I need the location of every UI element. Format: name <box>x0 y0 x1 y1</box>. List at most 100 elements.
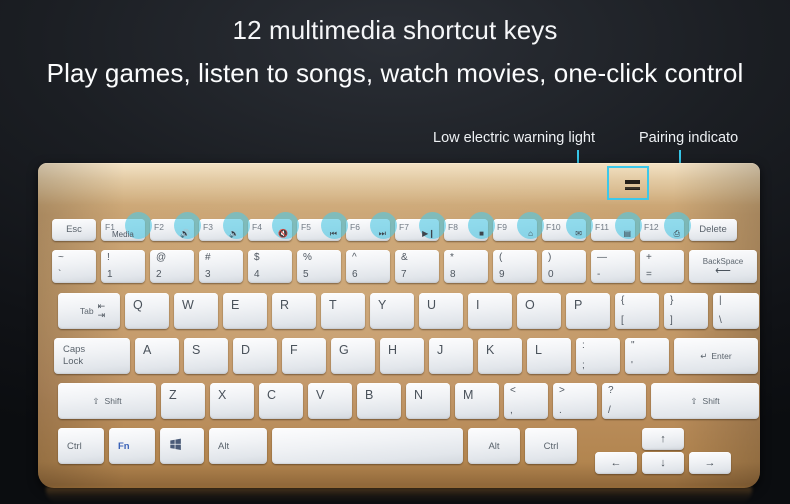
key-a[interactable]: A <box>135 338 179 374</box>
key-7[interactable]: & 7 <box>395 250 439 283</box>
pairing-led <box>625 187 640 190</box>
key-backspace[interactable]: BackSpace ⟵ <box>689 250 757 283</box>
key-f4[interactable]: F4 🔇 <box>248 212 299 241</box>
key-fn-label: Fn <box>118 440 130 452</box>
key-f3[interactable]: F3 🔉 <box>199 212 250 241</box>
key-row-home: Caps Lock A S D F G H J K L : ; " ' ↵ En… <box>54 338 758 374</box>
key-p[interactable]: P <box>566 293 610 329</box>
key-2[interactable]: @ 2 <box>150 250 194 283</box>
key-b[interactable]: B <box>357 383 401 419</box>
key-ctrl-right[interactable]: Ctrl <box>525 428 577 464</box>
key-z[interactable]: Z <box>161 383 205 419</box>
key-f1[interactable]: F1 Media <box>101 212 152 241</box>
key-f9[interactable]: F9 ⌂ <box>493 212 544 241</box>
key-w[interactable]: W <box>174 293 218 329</box>
key-period[interactable]: > . <box>553 383 597 419</box>
key-caps-lock-label-line1: Caps <box>63 344 86 356</box>
key-m[interactable]: M <box>455 383 499 419</box>
key-5[interactable]: % 5 <box>297 250 341 283</box>
key-n[interactable]: N <box>406 383 450 419</box>
key-3[interactable]: # 3 <box>199 250 243 283</box>
key-n-label: N <box>414 388 424 402</box>
key-6-base: 6 <box>352 269 358 280</box>
key-f7[interactable]: F7 ▶❙ <box>395 212 446 241</box>
key-f10-label: F10 <box>546 222 561 232</box>
key-arrow-right[interactable]: → <box>689 452 731 474</box>
windows-icon <box>169 438 182 454</box>
key-g[interactable]: G <box>331 338 375 374</box>
key-fn[interactable]: Fn <box>109 428 155 464</box>
key-u-label: U <box>427 298 437 312</box>
key-space[interactable] <box>272 428 463 464</box>
key-quote[interactable]: " ' <box>625 338 669 374</box>
key-minus[interactable]: — - <box>591 250 635 283</box>
key-arrow-down[interactable]: ↓ <box>642 452 684 474</box>
key-alt-left[interactable]: Alt <box>209 428 267 464</box>
key-r[interactable]: R <box>272 293 316 329</box>
key-f2[interactable]: F2 🔊 <box>150 212 201 241</box>
key-e[interactable]: E <box>223 293 267 329</box>
key-l[interactable]: L <box>527 338 571 374</box>
key-f11[interactable]: F11 ▤ <box>591 212 642 241</box>
key-6[interactable]: ^ 6 <box>346 250 390 283</box>
key-v[interactable]: V <box>308 383 352 419</box>
key-h[interactable]: H <box>380 338 424 374</box>
key-arrow-left[interactable]: ← <box>595 452 637 474</box>
key-comma[interactable]: < , <box>504 383 548 419</box>
key-x[interactable]: X <box>210 383 254 419</box>
key-arrow-up[interactable]: ↑ <box>642 428 684 450</box>
key-bracket-left-base: [ <box>621 315 624 326</box>
key-shift-left[interactable]: ⇧ Shift <box>58 383 156 419</box>
key-backtick[interactable]: ~ ` <box>52 250 96 283</box>
key-f3-label: F3 <box>203 222 213 232</box>
key-u[interactable]: U <box>419 293 463 329</box>
key-equals[interactable]: + = <box>640 250 684 283</box>
key-f5[interactable]: F5 ⏮ <box>297 212 348 241</box>
indicator-highlight-box <box>607 166 649 200</box>
key-f8-label: F8 <box>448 222 458 232</box>
key-alt-right[interactable]: Alt <box>468 428 520 464</box>
key-1[interactable]: ! 1 <box>101 250 145 283</box>
key-f12[interactable]: F12 ⎙ <box>640 212 691 241</box>
key-semicolon[interactable]: : ; <box>576 338 620 374</box>
key-ctrl-left[interactable]: Ctrl <box>58 428 104 464</box>
key-y[interactable]: Y <box>370 293 414 329</box>
key-j[interactable]: J <box>429 338 473 374</box>
key-x-label: X <box>218 388 227 402</box>
key-f[interactable]: F <box>282 338 326 374</box>
key-3-base: 3 <box>205 269 211 280</box>
key-delete[interactable]: Delete <box>689 219 737 241</box>
key-enter[interactable]: ↵ Enter <box>674 338 758 374</box>
key-f10[interactable]: F10 ✉ <box>542 212 593 241</box>
key-backslash[interactable]: | \ <box>713 293 759 329</box>
key-f2-label: F2 <box>154 222 164 232</box>
key-o[interactable]: O <box>517 293 561 329</box>
key-windows[interactable] <box>160 428 204 464</box>
key-i[interactable]: I <box>468 293 512 329</box>
key-slash[interactable]: ? / <box>602 383 646 419</box>
key-c[interactable]: C <box>259 383 303 419</box>
key-slash-base: / <box>608 405 611 416</box>
key-6-shifted: ^ <box>352 252 357 263</box>
key-esc[interactable]: Esc <box>52 219 96 241</box>
key-0[interactable]: ) 0 <box>542 250 586 283</box>
key-s[interactable]: S <box>184 338 228 374</box>
key-4[interactable]: $ 4 <box>248 250 292 283</box>
key-bracket-left[interactable]: { [ <box>615 293 659 329</box>
key-shift-right[interactable]: ⇧ Shift <box>651 383 759 419</box>
key-f6[interactable]: F6 ⏭ <box>346 212 397 241</box>
stop-icon: ■ <box>479 229 484 238</box>
key-bracket-right[interactable]: } ] <box>664 293 708 329</box>
key-9[interactable]: ( 9 <box>493 250 537 283</box>
key-d[interactable]: D <box>233 338 277 374</box>
key-q[interactable]: Q <box>125 293 169 329</box>
key-0-base: 0 <box>548 269 554 280</box>
key-8-base: 8 <box>450 269 456 280</box>
key-tab[interactable]: Tab ⇤ ⇥ <box>58 293 120 329</box>
key-t[interactable]: T <box>321 293 365 329</box>
key-q-label: Q <box>133 298 143 312</box>
key-caps-lock[interactable]: Caps Lock <box>54 338 130 374</box>
key-f8[interactable]: F8 ■ <box>444 212 495 241</box>
key-k[interactable]: K <box>478 338 522 374</box>
key-8[interactable]: * 8 <box>444 250 488 283</box>
